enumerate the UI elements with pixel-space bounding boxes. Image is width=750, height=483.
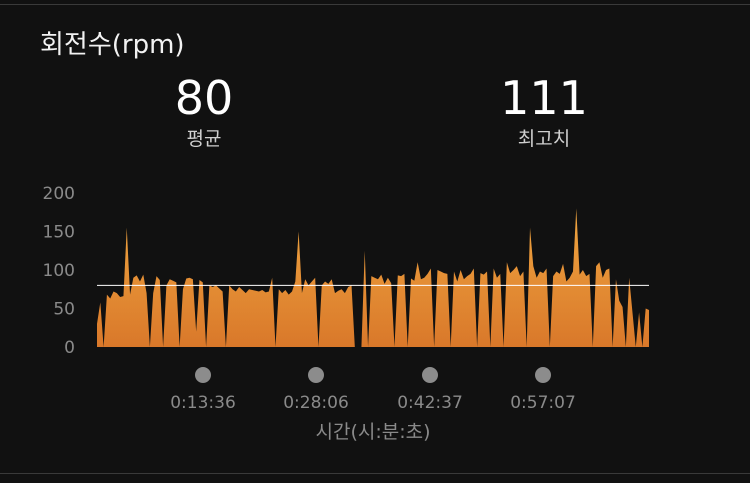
x-tick-marker[interactable] — [535, 367, 551, 383]
maximum-value: 111 — [500, 71, 588, 125]
x-tick-marker[interactable] — [422, 367, 438, 383]
y-tick-label: 150 — [43, 223, 75, 243]
average-stat: 80 평균 — [124, 72, 284, 151]
x-tick-label: 0:28:06 — [283, 393, 349, 413]
y-tick-label: 0 — [64, 338, 75, 358]
y-tick-label: 100 — [43, 261, 75, 281]
x-tick-marker[interactable] — [195, 367, 211, 383]
y-tick-label: 50 — [53, 300, 75, 320]
x-axis-label: 시간(시:분:초) — [315, 421, 430, 443]
average-label: 평균 — [186, 128, 222, 150]
top-divider — [0, 4, 750, 5]
average-value: 80 — [174, 71, 234, 125]
maximum-stat: 111 최고치 — [464, 72, 624, 151]
x-tick-label: 0:42:37 — [397, 393, 463, 413]
cadence-area-series — [97, 208, 649, 347]
maximum-label: 최고치 — [517, 128, 571, 150]
bottom-divider — [0, 473, 750, 474]
y-tick-label: 200 — [43, 184, 75, 204]
x-tick-marker[interactable] — [308, 367, 324, 383]
cadence-chart: 200 150 100 50 0 0:13:36 0:28:06 0:42:37 0:57:0… — [43, 184, 649, 443]
card-title: 회전수(rpm) — [40, 30, 185, 60]
x-tick-label: 0:13:36 — [170, 393, 236, 413]
x-tick-label: 0:57:07 — [510, 393, 576, 413]
